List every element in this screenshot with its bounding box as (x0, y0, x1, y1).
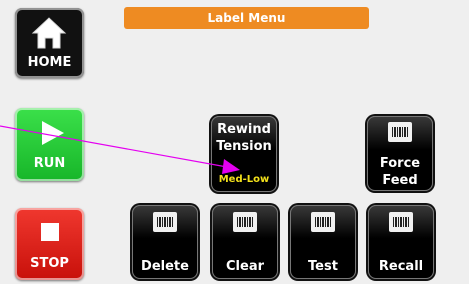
callout-arrow (0, 125, 240, 174)
label-menu-screen: Label Menu HOME RUN STOP Rewind Tension … (0, 0, 469, 284)
